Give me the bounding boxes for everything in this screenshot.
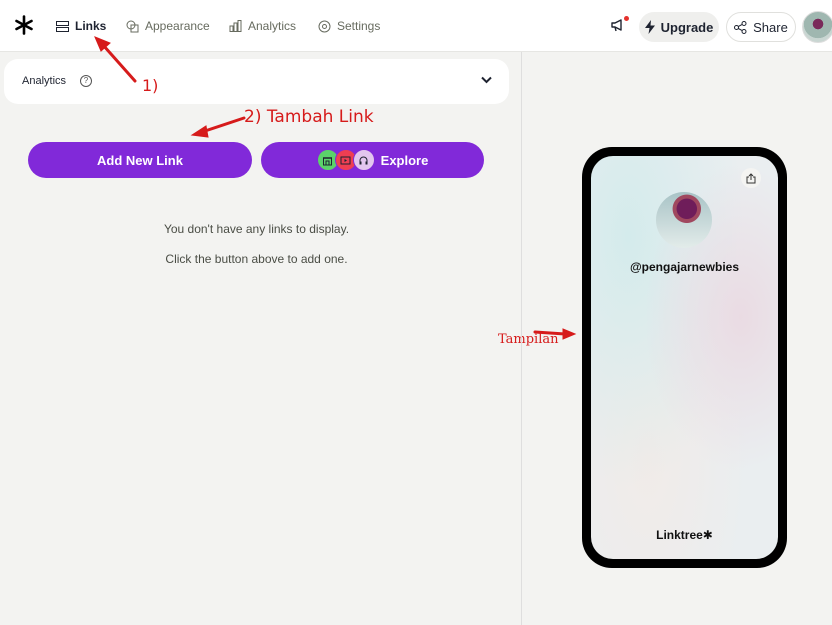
preview-share-button[interactable] [741, 168, 761, 188]
profile-avatar[interactable] [802, 11, 832, 43]
explore-icons [316, 149, 375, 171]
preview-brand: Linktree✱ [656, 528, 713, 542]
preview-handle: @pengajarnewbies [629, 260, 740, 274]
appearance-icon [126, 20, 139, 32]
tab-analytics-label: Analytics [248, 19, 297, 33]
linktree-logo-icon[interactable] [14, 15, 34, 35]
chevron-down-icon[interactable] [481, 76, 492, 84]
share-icon [734, 20, 747, 34]
explore-button[interactable]: Explore [261, 142, 484, 178]
empty-state-hint: Click the button above to add one. [165, 252, 348, 266]
notifications-button[interactable] [610, 16, 629, 35]
tab-links-label: Links [75, 19, 107, 33]
panel-divider [521, 52, 522, 625]
analytics-collapsible[interactable]: Analytics ? [4, 59, 509, 104]
top-nav: Links Appearance Analytics Settings Upgr… [0, 0, 832, 52]
tab-links[interactable]: Links [56, 18, 106, 34]
phone-preview: @pengajarnewbies Linktree✱ [582, 147, 787, 568]
add-new-link-button[interactable]: Add New Link [28, 142, 252, 178]
analytics-icon [229, 20, 242, 32]
links-icon [56, 20, 69, 32]
add-new-link-label: Add New Link [97, 152, 183, 168]
phone-screen: @pengajarnewbies Linktree✱ [591, 156, 778, 559]
preview-avatar [656, 192, 712, 248]
annotation-step-2: 2) Tambah Link [244, 107, 374, 127]
upgrade-button[interactable]: Upgrade [639, 12, 719, 42]
share-upload-icon [746, 172, 756, 183]
notification-dot [624, 16, 629, 21]
bolt-icon [644, 20, 655, 34]
tab-appearance-label: Appearance [145, 19, 210, 33]
annotation-preview: Tampilan [498, 332, 559, 347]
empty-state-message: You don't have any links to display. [163, 222, 350, 236]
annotation-step-1: 1) [142, 76, 159, 95]
headphones-icon [352, 149, 375, 171]
share-button[interactable]: Share [726, 12, 796, 42]
tab-settings-label: Settings [337, 19, 381, 33]
help-icon[interactable]: ? [80, 75, 92, 87]
tab-analytics[interactable]: Analytics [229, 18, 296, 34]
tab-appearance[interactable]: Appearance [126, 18, 210, 34]
analytics-card-title: Analytics [22, 75, 67, 87]
explore-label: Explore [380, 152, 429, 168]
tab-settings[interactable]: Settings [318, 18, 380, 34]
settings-icon [318, 20, 331, 32]
share-label: Share [753, 19, 788, 35]
upgrade-label: Upgrade [660, 19, 714, 35]
